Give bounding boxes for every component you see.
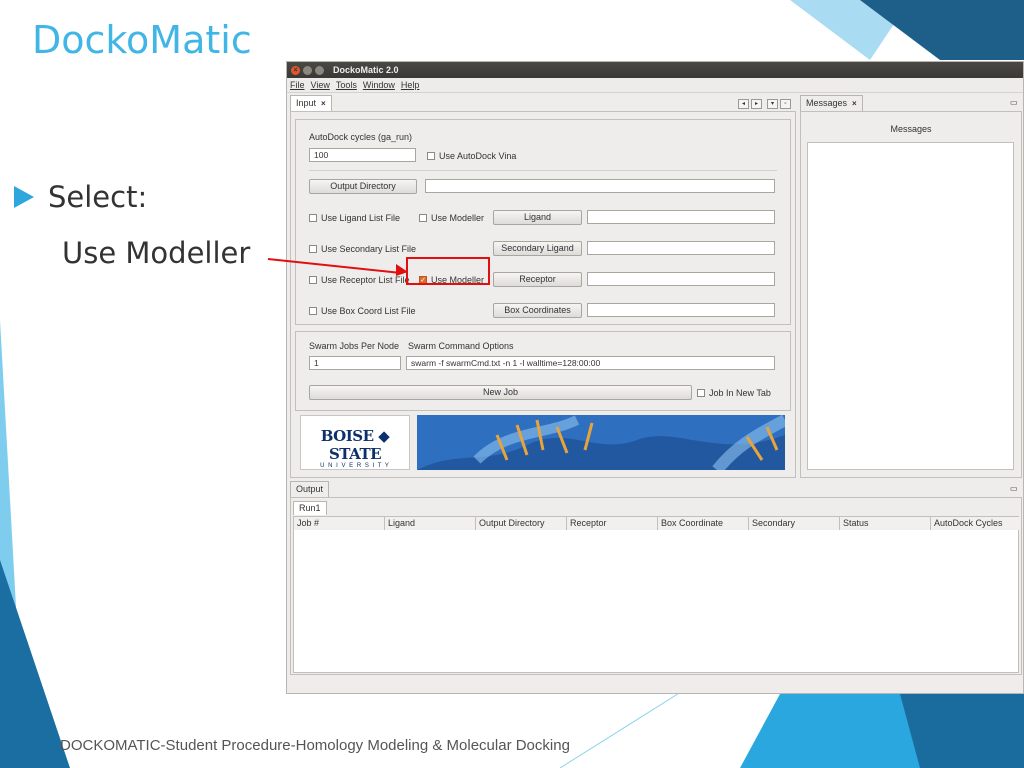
column-header-autodock-cycles[interactable]: AutoDock Cycles [931,517,1020,530]
column-header-output-directory[interactable]: Output Directory [476,517,567,530]
ligand-field[interactable] [587,210,775,224]
secondary-ligand-field[interactable] [587,241,775,255]
use-secondary-list-label: Use Secondary List File [321,244,417,254]
bullet-select: Select: [14,180,147,214]
secondary-ligand-button[interactable]: Secondary Ligand [493,241,582,256]
use-receptor-list-label: Use Receptor List File [321,275,410,285]
window-title: DockoMatic 2.0 [333,65,399,75]
column-header-box-coordinate[interactable]: Box Coordinate [658,517,749,530]
autodock-cycles-input[interactable]: 100 [309,148,416,162]
menu-help[interactable]: Help [401,80,420,90]
ligand-button[interactable]: Ligand [493,210,582,225]
column-header-status[interactable]: Status [840,517,931,530]
swarm-options-group: Swarm Jobs Per Node Swarm Command Option… [295,331,791,411]
scroll-left-icon[interactable]: ◂ [738,99,749,109]
checkbox-box[interactable] [309,245,317,253]
logo-subtitle: U N I V E R S I T Y [320,463,390,469]
minimize-panel-icon[interactable]: ▭ [1010,484,1018,493]
highlight-box [406,257,490,285]
menu-bar: File View Tools Window Help [287,78,1023,93]
column-header-receptor[interactable]: Receptor [567,517,658,530]
window-titlebar: × DockoMatic 2.0 [287,62,1023,78]
output-panel: Run1 Job # Ligand Output Directory Recep… [290,497,1022,675]
autodock-cycles-label: AutoDock cycles (ga_run) [309,132,413,142]
use-autodock-vina-checkbox[interactable]: Use AutoDock Vina [427,151,516,161]
maximize-icon[interactable] [315,65,324,75]
jobs-table: Job # Ligand Output Directory Receptor B… [293,516,1020,673]
tab-run1-label: Run1 [299,503,321,513]
use-secondary-list-checkbox[interactable]: Use Secondary List File [309,244,416,254]
column-header-job[interactable]: Job # [294,517,385,530]
column-header-secondary[interactable]: Secondary [749,517,840,530]
receptor-button[interactable]: Receptor [493,272,582,287]
swarm-jobs-label: Swarm Jobs Per Node [309,341,400,351]
messages-tabstrip: Messages × [800,95,863,111]
column-header-ligand[interactable]: Ligand [385,517,476,530]
slide-footer: DOCKOMATIC-Student Procedure-Homology Mo… [60,737,570,754]
tab-list-icon[interactable]: ▾ [767,99,778,109]
use-ligand-list-checkbox[interactable]: Use Ligand List File [309,213,400,223]
output-directory-button[interactable]: Output Directory [309,179,417,194]
input-panel: AutoDock cycles (ga_run) 100 Use AutoDoc… [290,111,796,478]
output-tabstrip: Output [290,481,330,497]
use-box-coord-list-label: Use Box Coord List File [321,306,416,316]
job-in-new-tab-checkbox[interactable]: Job In New Tab [697,388,771,398]
use-modeller-ligand-checkbox[interactable]: Use Modeller [419,213,484,223]
slide-title: DockoMatic [32,18,252,62]
dockomatic-window: × DockoMatic 2.0 File View Tools Window … [286,61,1024,694]
boise-state-logo: BOISE ◆ STATE U N I V E R S I T Y [300,415,410,470]
menu-file[interactable]: File [290,80,305,90]
swarm-jobs-input[interactable]: 1 [309,356,401,370]
tab-input-label: Input [296,98,317,108]
messages-textarea[interactable] [807,142,1014,470]
checkbox-box[interactable] [309,276,317,284]
tab-messages-label: Messages [806,98,848,108]
new-job-button[interactable]: New Job [309,385,692,400]
checkbox-box[interactable] [419,214,427,222]
box-coordinates-field[interactable] [587,303,775,317]
sub-bullet-text: Use Modeller [62,236,251,270]
divider [309,170,777,171]
menu-window[interactable]: Window [363,80,395,90]
use-autodock-vina-label: Use AutoDock Vina [439,151,517,161]
close-tab-icon[interactable]: × [321,96,326,111]
messages-panel: Messages [800,111,1022,478]
docking-options-group: AutoDock cycles (ga_run) 100 Use AutoDoc… [295,119,791,325]
use-receptor-list-checkbox[interactable]: Use Receptor List File [309,275,410,285]
checkbox-box[interactable] [427,152,435,160]
minimize-panel-icon[interactable]: ▭ [1010,98,1018,107]
messages-heading: Messages [890,124,932,134]
tab-run1[interactable]: Run1 [293,501,327,515]
close-tab-icon[interactable]: × [852,96,857,111]
use-modeller-ligand-label: Use Modeller [431,213,485,223]
checkbox-box[interactable] [697,389,705,397]
tab-output[interactable]: Output [290,481,330,497]
receptor-field[interactable] [587,272,775,286]
tab-input[interactable]: Input × [290,95,332,111]
menu-view[interactable]: View [311,80,330,90]
use-box-coord-list-checkbox[interactable]: Use Box Coord List File [309,306,416,316]
tab-messages[interactable]: Messages × [800,95,863,111]
menu-tools[interactable]: Tools [336,80,357,90]
close-icon[interactable]: × [291,65,300,75]
checkbox-box[interactable] [309,214,317,222]
input-tabstrip: Input × [290,95,332,111]
molecule-banner-image [417,415,785,470]
restore-icon[interactable]: ▫ [780,99,791,109]
bullet-text: Select: [48,180,148,214]
bullet-arrow-icon [14,186,34,208]
tab-output-label: Output [296,484,324,494]
job-in-new-tab-label: Job In New Tab [709,388,771,398]
swarm-cmd-label: Swarm Command Options [408,341,514,351]
logo-title: BOISE ◆ STATE [320,427,390,463]
scroll-right-icon[interactable]: ▸ [751,99,762,109]
checkbox-box[interactable] [309,307,317,315]
use-ligand-list-label: Use Ligand List File [321,213,401,223]
tab-nav-buttons: ◂ ▸ ▾ ▫ [738,99,791,109]
minimize-icon[interactable] [303,65,312,75]
output-directory-field[interactable] [425,179,775,193]
box-coordinates-button[interactable]: Box Coordinates [493,303,582,318]
swarm-cmd-input[interactable]: swarm -f swarmCmd.txt -n 1 -l walltime=1… [406,356,775,370]
